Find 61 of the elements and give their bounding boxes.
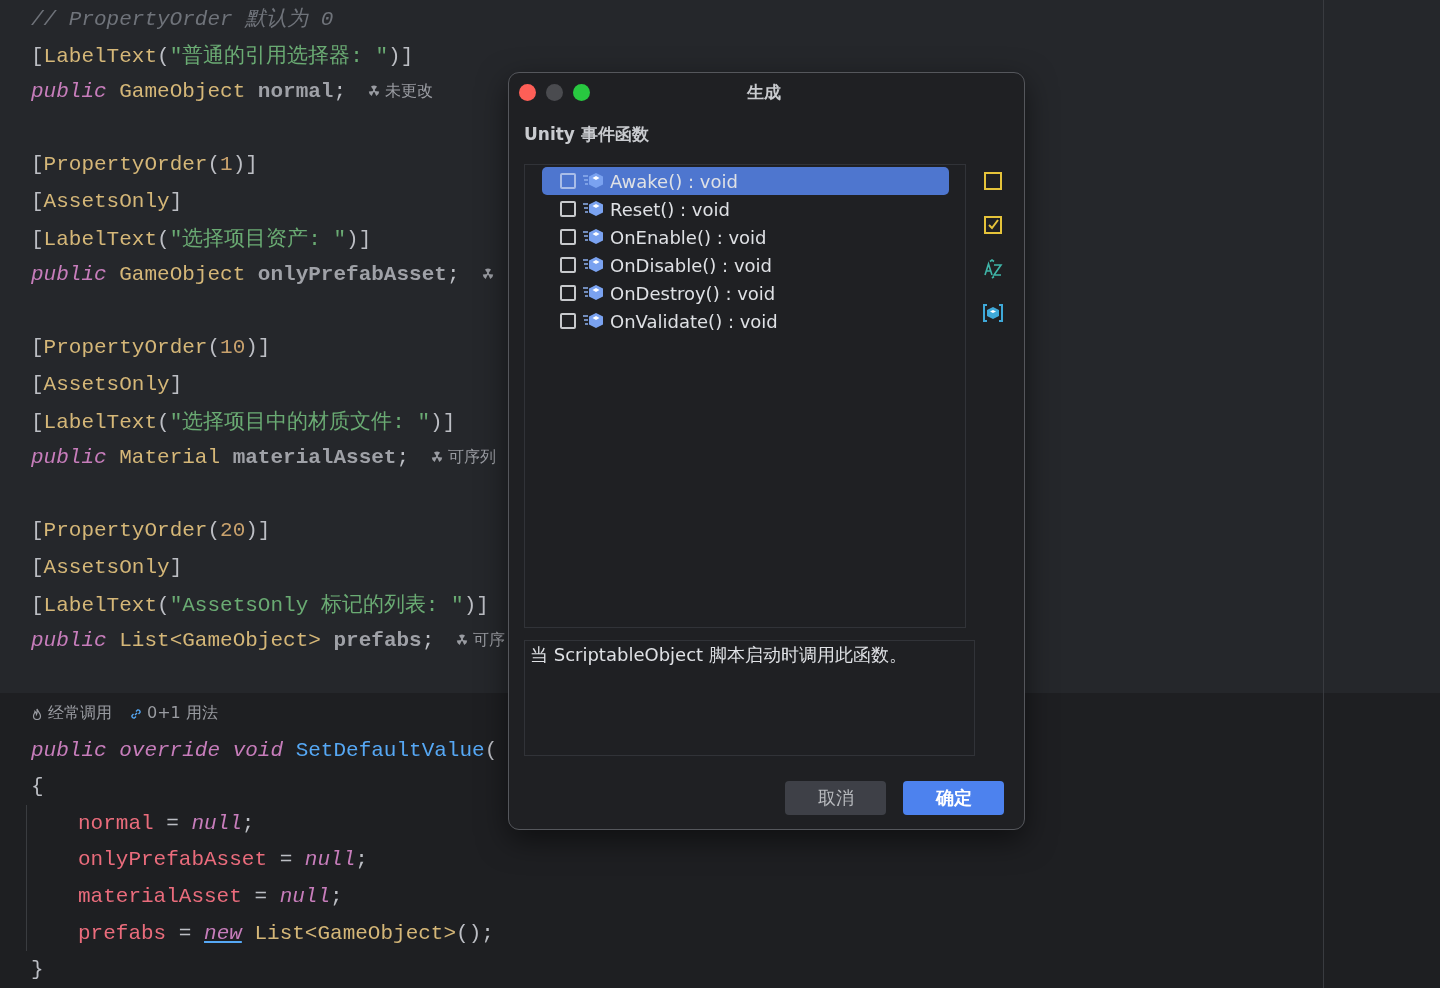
code-comment: // PropertyOrder 默认为 0	[31, 6, 334, 33]
code-line: public List<GameObject> prefabs;	[31, 628, 435, 652]
code-line: [PropertyOrder(10)]	[31, 336, 271, 360]
code-line: onlyPrefabAsset = null;	[78, 848, 368, 872]
checked-square-icon[interactable]	[982, 214, 1004, 236]
checkbox[interactable]	[560, 173, 576, 189]
link-icon	[130, 707, 142, 720]
code-line: [AssetsOnly]	[31, 189, 183, 213]
code-line: [LabelText("选择项目资产: ")]	[31, 226, 372, 252]
checkbox[interactable]	[560, 285, 576, 301]
description-text: 当 ScriptableObject 脚本启动时调用此函数。	[530, 644, 907, 665]
list-item[interactable]: OnEnable() : void	[542, 223, 949, 251]
code-line: [PropertyOrder(20)]	[31, 519, 271, 543]
checkbox[interactable]	[560, 257, 576, 273]
list-item[interactable]: OnDestroy() : void	[542, 279, 949, 307]
code-line: [LabelText("普通的引用选择器: ")]	[31, 43, 414, 69]
radiation-icon	[456, 634, 469, 647]
method-cube-icon	[582, 228, 604, 246]
checkbox[interactable]	[560, 313, 576, 329]
code-line: public override void SetDefaultValue(	[31, 738, 498, 762]
inlay-hint: 未更改	[385, 81, 434, 102]
section-heading: Unity 事件函数	[524, 123, 649, 146]
radiation-icon	[431, 451, 444, 464]
code-line: [LabelText("AssetsOnly 标记的列表: ")]	[31, 592, 489, 618]
flame-icon	[31, 707, 43, 720]
zoom-button[interactable]	[573, 83, 590, 101]
checkbox[interactable]	[560, 201, 576, 217]
code-line: materialAsset = null;	[78, 885, 343, 909]
radiation-icon	[481, 268, 494, 281]
empty-square-icon[interactable]	[982, 170, 1004, 192]
method-cube-icon	[582, 284, 604, 302]
cancel-button[interactable]: 取消	[785, 781, 886, 815]
code-line: [PropertyOrder(1)]	[31, 153, 258, 177]
code-line: [AssetsOnly]	[31, 372, 183, 396]
usages-link[interactable]: 0+1 用法	[147, 703, 218, 725]
sort-az-icon[interactable]	[982, 258, 1004, 280]
code-line: normal = null;	[78, 811, 255, 835]
code-line: public GameObject onlyPrefabAsset;	[31, 262, 460, 286]
code-line: [AssetsOnly]	[31, 555, 183, 579]
method-cube-icon	[582, 312, 604, 330]
ok-button[interactable]: 确定	[903, 781, 1004, 815]
list-item[interactable]: OnDisable() : void	[542, 251, 949, 279]
method-cube-icon	[582, 200, 604, 218]
list-item[interactable]: Reset() : void	[542, 195, 949, 223]
inlay-hint: 可序列	[448, 446, 497, 468]
list-item[interactable]: OnValidate() : void	[542, 307, 949, 335]
code-line: public GameObject normal;	[31, 80, 347, 103]
inlay-hint: 可序	[473, 629, 506, 651]
method-cube-icon	[582, 172, 604, 190]
method-cube-icon	[582, 256, 604, 274]
code-line: prefabs = new List<GameObject>();	[78, 921, 494, 945]
cube-brackets-icon[interactable]	[982, 302, 1004, 324]
dialog-title: 生成	[747, 81, 781, 102]
checkbox[interactable]	[560, 229, 576, 245]
hotness-hint: 经常调用	[48, 703, 112, 725]
radiation-icon	[368, 85, 381, 98]
code-line: [LabelText("选择项目中的材质文件: ")]	[31, 409, 456, 435]
code-line: public Material materialAsset;	[31, 445, 410, 469]
code-line: {	[31, 775, 44, 799]
close-button[interactable]	[519, 83, 536, 101]
code-line: }	[31, 958, 44, 982]
